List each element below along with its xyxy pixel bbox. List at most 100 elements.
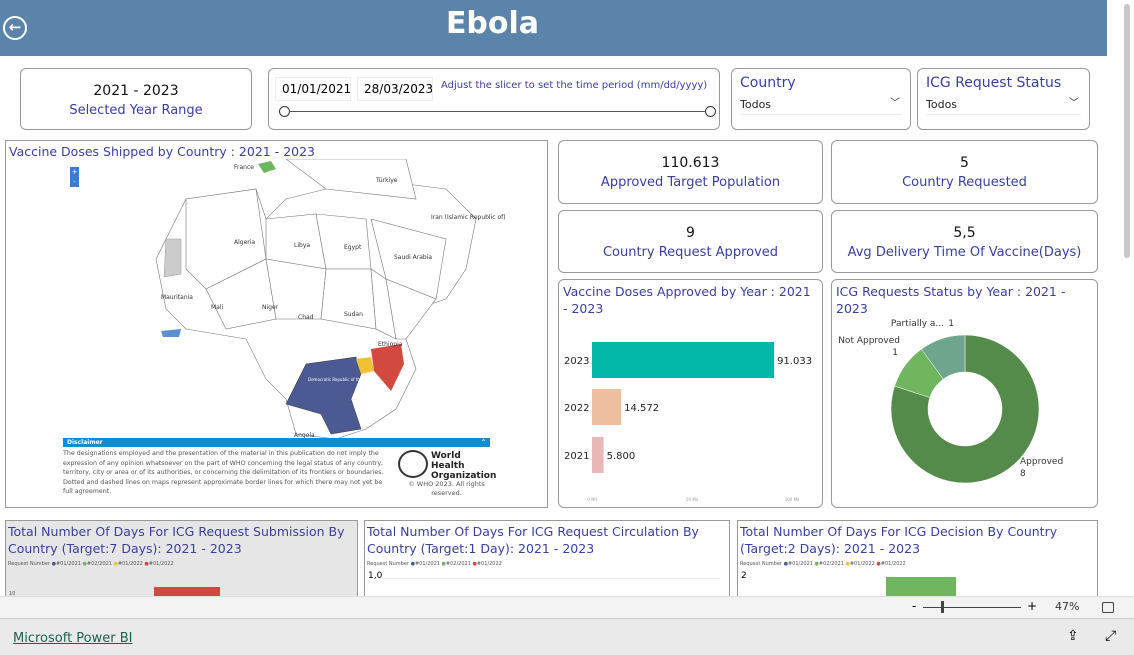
slider-end-handle[interactable] <box>705 106 716 117</box>
slider-track <box>285 111 711 112</box>
legend: Request Number ●#01/2021 ●#02/2021 ●#01/… <box>740 561 906 567</box>
chart-title: Total Number Of Days For ICG Decision By… <box>740 524 1058 556</box>
kpi-approved-population: 110.613 Approved Target Population <box>558 140 823 204</box>
map-label: Egypt <box>344 244 362 251</box>
map-label: Mali <box>211 304 224 311</box>
map-label: Libya <box>294 242 310 249</box>
chart-title: Total Number Of Days For ICG Request Cir… <box>367 524 699 556</box>
legend-item: #01/2021 <box>414 561 440 567</box>
fit-to-page-icon[interactable] <box>1102 602 1114 613</box>
x-tick-label: 0 Mil <box>587 497 597 502</box>
map-label: Türkiye <box>375 177 398 184</box>
map-label: Saudi Arabia <box>394 254 432 261</box>
country-dropdown[interactable]: Todos ﹀ <box>740 95 902 115</box>
map-svg[interactable]: France Türkiye Iran (Islamic Republic of… <box>146 159 506 439</box>
zoom-in-button[interactable]: + <box>1027 599 1037 613</box>
kpi-avg-delivery: 5,5 Avg Delivery Time Of Vaccine(Days) <box>831 210 1098 273</box>
legend-item: #01/2021 <box>787 561 813 567</box>
power-bi-link[interactable]: Microsoft Power BI <box>13 631 132 646</box>
y-tick-label: 2022 <box>564 403 589 414</box>
start-date-input[interactable]: 01/01/2021 <box>275 77 351 101</box>
legend-item: #02/2021 <box>86 561 112 567</box>
icg-status-chart: ICG Requests Status by Year : 2021 - 202… <box>831 279 1098 508</box>
y-tick: 1,0 <box>368 571 383 581</box>
chart-title: Total Number Of Days For ICG Request Sub… <box>8 524 345 556</box>
map-label: France <box>234 164 254 171</box>
slice-label: Not Approved <box>838 336 900 346</box>
map-label: Ethiopia <box>378 341 403 348</box>
legend-item: #01/2022 <box>117 561 143 567</box>
icg-status-filter[interactable]: ICG Request Status Todos ﹀ <box>917 68 1090 130</box>
end-date-input[interactable]: 28/03/2023 <box>357 77 433 101</box>
zoom-out-button[interactable]: - <box>912 599 916 613</box>
slice-value: 1 <box>948 319 954 329</box>
year-range-label: Selected Year Range <box>69 103 203 118</box>
kpi-label: Country Requested <box>902 175 1027 190</box>
kpi-label: Avg Delivery Time Of Vaccine(Days) <box>847 245 1082 260</box>
kpi-value: 5 <box>960 155 969 171</box>
gridline <box>380 578 720 579</box>
legend-item: #02/2021 <box>445 561 471 567</box>
country-filter[interactable]: Country Todos ﹀ <box>731 68 911 130</box>
x-tick-label: 50 Mil <box>686 497 698 502</box>
data-label: 91.033 <box>777 356 812 367</box>
map-card: Vaccine Doses Shipped by Country : 2021 … <box>5 140 548 508</box>
map-label: Algeria <box>234 239 255 246</box>
chevron-down-icon: ﹀ <box>1069 98 1079 109</box>
chevron-down-icon: ﹀ <box>890 98 900 109</box>
bar[interactable] <box>592 437 604 473</box>
legend-item: #02/2021 <box>818 561 844 567</box>
year-range-value: 2021 - 2023 <box>93 83 179 99</box>
kpi-request-approved: 9 Country Request Approved <box>558 210 823 273</box>
slider-start-handle[interactable] <box>279 106 290 117</box>
zoom-slider[interactable] <box>923 607 1021 608</box>
data-label: 14.572 <box>624 403 659 414</box>
chevron-up-icon: ^ <box>480 439 486 446</box>
map-label: Chad <box>298 314 314 321</box>
doses-by-year-chart: Vaccine Doses Approved by Year : 2021 - … <box>558 279 823 508</box>
disclaimer-title: Disclaimer <box>67 439 103 446</box>
legend-item: #01/2022 <box>880 561 906 567</box>
disclaimer-text: The designations employed and the presen… <box>63 450 384 495</box>
y-tick: 2 <box>741 571 747 581</box>
bar[interactable] <box>592 342 775 378</box>
country-value: Todos <box>740 98 772 111</box>
scrollbar-thumb[interactable] <box>1124 4 1130 258</box>
fullscreen-icon[interactable]: ⤢ <box>1105 628 1116 644</box>
disclaimer-bar[interactable]: Disclaimer ^ <box>63 438 490 447</box>
map-title: Vaccine Doses Shipped by Country : 2021 … <box>9 144 316 159</box>
bar[interactable] <box>592 389 622 425</box>
zoom-level: 47% <box>1055 600 1080 613</box>
year-range-card: 2021 - 2023 Selected Year Range <box>20 68 252 130</box>
who-logo: World Health Organization <box>431 451 497 481</box>
legend: Request Number ●#01/2021 ●#02/2021 ●#01/… <box>367 561 502 567</box>
zoom-controls[interactable]: + - <box>70 167 79 187</box>
map-label: Sudan <box>344 311 363 318</box>
slice-value: 1 <box>892 348 898 358</box>
slice-value: 8 <box>1020 469 1026 479</box>
kpi-value: 5,5 <box>953 225 976 241</box>
legend-item: #01/2022 <box>148 561 174 567</box>
icg-dropdown[interactable]: Todos ﹀ <box>926 95 1081 115</box>
legend-title: Request Number <box>740 561 782 567</box>
map-label: Mauritania <box>161 294 193 301</box>
slice-label: Partially a... <box>891 319 944 329</box>
legend-item: #01/2021 <box>55 561 81 567</box>
legend-item: #01/2022 <box>476 561 502 567</box>
bar-chart-svg: 2023 91.033 2022 14.572 2021 5.800 0 Mil 50 Mil… <box>564 342 812 502</box>
who-emblem-icon <box>398 450 428 478</box>
slicer-hint: Adjust the slicer to set the time period… <box>441 80 708 91</box>
kpi-label: Approved Target Population <box>600 175 781 190</box>
kpi-value: 110.613 <box>661 155 720 171</box>
x-tick-label: 100 Mil <box>785 497 800 502</box>
date-slicer: 01/01/2021 28/03/2023 Adjust the slicer … <box>268 68 720 130</box>
map-label: Iran (Islamic Republic of) <box>431 214 506 221</box>
y-tick-label: 2023 <box>564 356 589 367</box>
zoom-slider-handle[interactable] <box>941 601 944 613</box>
y-tick-label: 2021 <box>564 451 589 462</box>
slice-label: Approved <box>1020 457 1063 467</box>
page-title: Ebola <box>445 6 540 41</box>
share-icon[interactable]: ⇪ <box>1067 628 1079 644</box>
footer: Microsoft Power BI ⇪ ⤢ <box>0 618 1134 655</box>
map-label: Democratic Republic of the Congo <box>308 377 377 382</box>
